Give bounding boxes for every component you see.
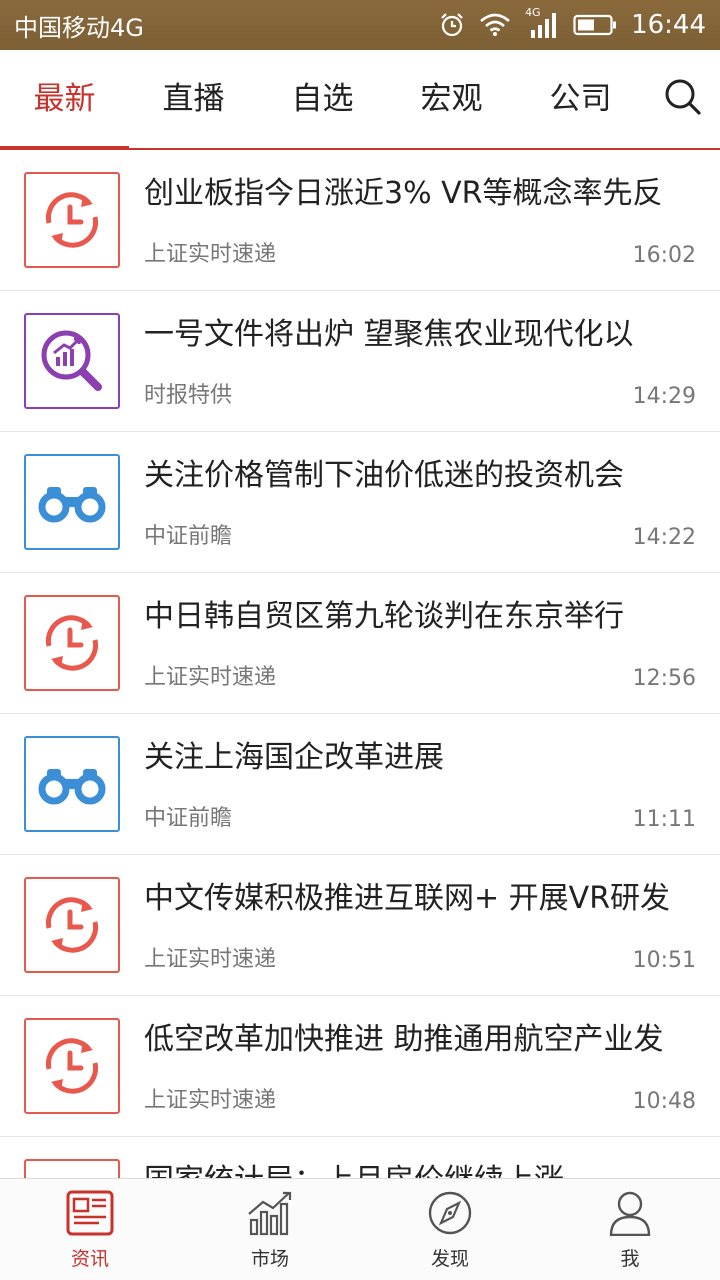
network-badge: 4G <box>525 6 541 19</box>
list-item[interactable]: 中日韩自贸区第九轮谈判在东京举行 上证实时速递 12:56 <box>0 573 720 714</box>
news-source: 时报特供 <box>144 383 233 408</box>
nav-label: 资讯 <box>70 1247 109 1270</box>
news-time: 16:02 <box>632 243 696 268</box>
news-time: 10:48 <box>632 1089 696 1114</box>
nav-label: 我 <box>620 1247 640 1270</box>
search-button[interactable] <box>645 49 720 149</box>
clock-refresh-icon <box>24 595 120 691</box>
bottom-nav: 资讯 市场 发现 我 <box>0 1178 720 1280</box>
news-time: 14:29 <box>632 384 696 409</box>
battery-icon <box>573 13 617 37</box>
news-time: 11:11 <box>632 807 696 832</box>
tab-macro[interactable]: 宏观 <box>387 49 516 149</box>
news-title: 低空改革加快推进 助推通用航空产业发 <box>144 1022 664 1057</box>
binoculars-icon <box>24 736 120 832</box>
tab-watchlist[interactable]: 自选 <box>258 49 387 149</box>
carrier-name: 中国移动4G <box>14 13 144 42</box>
list-item[interactable]: 创业板指今日涨近3% VR等概念率先反 上证实时速递 16:02 <box>0 150 720 291</box>
nav-news[interactable]: 资讯 <box>0 1179 180 1280</box>
news-source: 中证前瞻 <box>144 806 233 831</box>
chart-magnifier-icon <box>24 313 120 409</box>
news-source: 中证前瞻 <box>144 524 233 549</box>
category-tabs: 最新 直播 自选 宏观 公司 <box>0 49 720 151</box>
nav-me[interactable]: 我 <box>540 1179 720 1280</box>
clock-refresh-icon <box>24 1159 120 1178</box>
status-icons: 4G 16:44 <box>439 6 706 40</box>
news-source: 上证实时速递 <box>144 947 277 972</box>
nav-discover[interactable]: 发现 <box>360 1179 540 1280</box>
news-source: 上证实时速递 <box>144 1088 277 1113</box>
news-title: 一号文件将出炉 望聚焦农业现代化以 <box>144 317 634 352</box>
search-icon <box>663 77 703 121</box>
list-item[interactable]: 低空改革加快推进 助推通用航空产业发 上证实时速递 10:48 <box>0 996 720 1137</box>
list-item[interactable]: 一号文件将出炉 望聚焦农业现代化以 时报特供 14:29 <box>0 291 720 432</box>
signal-icon: 4G <box>525 6 559 40</box>
list-item[interactable]: 关注价格管制下油价低迷的投资机会 中证前瞻 14:22 <box>0 432 720 573</box>
news-source: 上证实时速递 <box>144 665 277 690</box>
tab-live[interactable]: 直播 <box>129 49 258 149</box>
news-list: 创业板指今日涨近3% VR等概念率先反 上证实时速递 16:02 一号文件将出炉… <box>0 150 720 1178</box>
news-source: 上证实时速递 <box>144 242 277 267</box>
news-title: 关注价格管制下油价低迷的投资机会 <box>144 458 624 493</box>
news-icon <box>65 1190 115 1240</box>
list-item[interactable]: 关注上海国企改革进展 中证前瞻 11:11 <box>0 714 720 855</box>
binoculars-icon <box>24 454 120 550</box>
tab-company[interactable]: 公司 <box>516 49 645 149</box>
news-title: 创业板指今日涨近3% VR等概念率先反 <box>144 176 663 211</box>
nav-label: 发现 <box>430 1247 469 1270</box>
nav-label: 市场 <box>250 1247 289 1270</box>
news-title: 关注上海国企改革进展 <box>144 740 444 775</box>
news-time: 12:56 <box>632 666 696 691</box>
person-icon <box>605 1190 655 1240</box>
market-chart-icon <box>245 1190 295 1240</box>
tab-latest[interactable]: 最新 <box>0 49 129 151</box>
clock-time: 16:44 <box>631 10 706 40</box>
clock-refresh-icon <box>24 877 120 973</box>
news-time: 14:22 <box>632 525 696 550</box>
news-title: 中文传媒积极推进互联网+ 开展VR研发 <box>144 881 671 916</box>
clock-refresh-icon <box>24 1018 120 1114</box>
compass-icon <box>425 1190 475 1240</box>
news-title: 中日韩自贸区第九轮谈判在东京举行 <box>144 599 624 634</box>
alarm-icon <box>439 12 465 38</box>
wifi-icon <box>479 13 511 37</box>
news-title: 国家统计局：上月房价继续上涨 <box>144 1159 692 1178</box>
clock-refresh-icon <box>24 172 120 268</box>
list-item[interactable]: 中文传媒积极推进互联网+ 开展VR研发 上证实时速递 10:51 <box>0 855 720 996</box>
status-bar: 中国移动4G 4G 16:44 <box>0 0 720 50</box>
nav-market[interactable]: 市场 <box>180 1179 360 1280</box>
list-item[interactable]: 国家统计局：上月房价继续上涨 <box>0 1137 720 1178</box>
news-time: 10:51 <box>632 948 696 973</box>
